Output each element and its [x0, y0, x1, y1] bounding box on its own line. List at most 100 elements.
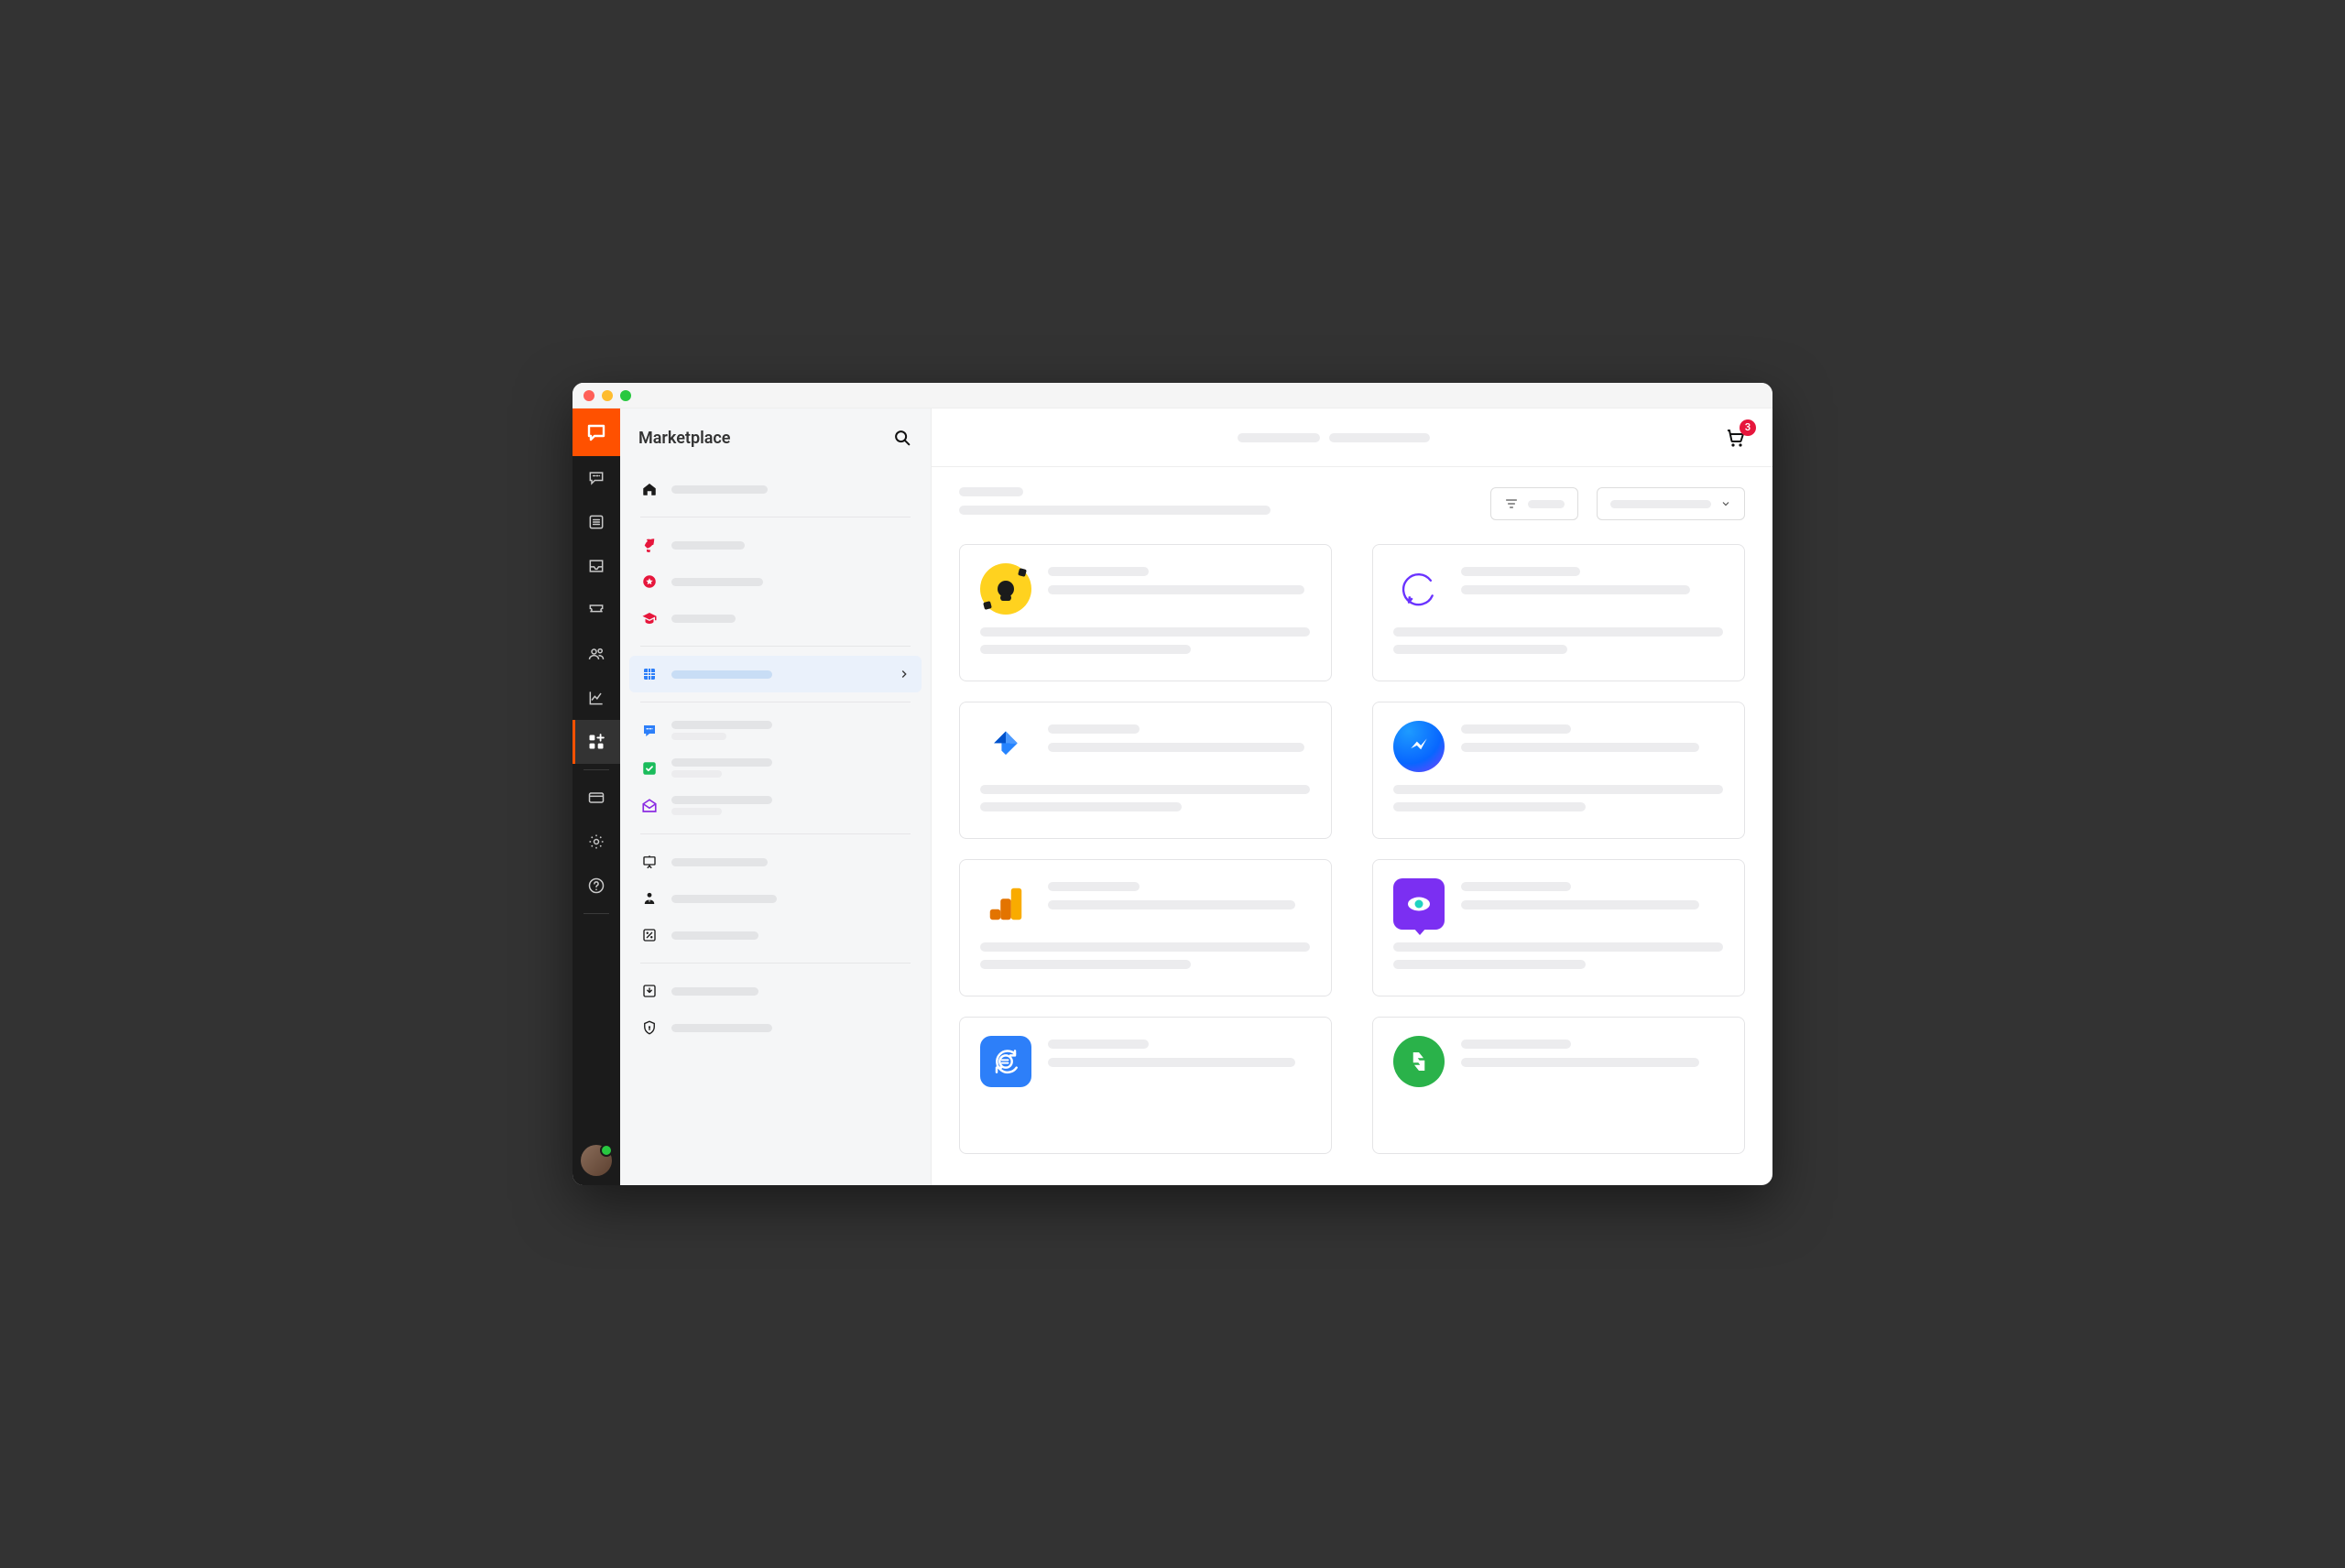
window-minimize-button[interactable]: [602, 390, 613, 401]
sort-label-placeholder: [1610, 500, 1711, 508]
card-text-placeholder: [1048, 1058, 1295, 1067]
sidebar-item[interactable]: [629, 600, 922, 637]
mail-open-icon: [640, 797, 659, 815]
search-button[interactable]: [892, 428, 912, 448]
sidebar-item-label: [671, 895, 777, 903]
star-circle-icon: [640, 572, 659, 591]
check-square-icon: [640, 759, 659, 778]
card-text-placeholder: [980, 627, 1310, 637]
chart-line-icon: [587, 689, 605, 707]
topbar-placeholder: [1238, 433, 1320, 442]
sidebar-item-label: [671, 858, 768, 866]
download-box-icon: [640, 982, 659, 1000]
sidebar-item[interactable]: [629, 563, 922, 600]
window-zoom-button[interactable]: [620, 390, 631, 401]
sidebar-item[interactable]: [629, 712, 922, 749]
card-text-placeholder: [1461, 724, 1571, 734]
topbar-placeholder: [1329, 433, 1430, 442]
sidebar-item[interactable]: [629, 656, 922, 692]
sidebar-divider: [640, 963, 911, 964]
card-text-placeholder: [980, 942, 1310, 952]
page-title-placeholder: [959, 487, 1023, 496]
window-close-button[interactable]: [584, 390, 594, 401]
app-card-currency[interactable]: [959, 1017, 1332, 1154]
sidebar-item[interactable]: [629, 527, 922, 563]
window-titlebar: [573, 383, 1772, 408]
cart-button[interactable]: 3: [1725, 427, 1747, 449]
rail-item-apps[interactable]: [573, 720, 620, 764]
rocket-icon: [640, 536, 659, 554]
topbar: 3: [932, 408, 1772, 467]
rail-item[interactable]: [573, 588, 620, 632]
analytics-icon: [980, 878, 1031, 930]
rail-item[interactable]: [573, 864, 620, 908]
app-card-hotjar[interactable]: [1372, 859, 1745, 996]
chevron-down-icon: [1720, 498, 1731, 509]
user-avatar[interactable]: [581, 1145, 612, 1176]
app-card-jira[interactable]: [959, 702, 1332, 839]
sidebar-item[interactable]: [629, 880, 922, 917]
card-text-placeholder: [1048, 724, 1140, 734]
grid-icon: [640, 665, 659, 683]
app-card-knowledgebase[interactable]: [959, 544, 1332, 681]
chat-square-icon: [640, 722, 659, 740]
users-icon: [587, 645, 605, 663]
filter-button[interactable]: [1490, 487, 1578, 520]
card-text-placeholder: [1461, 743, 1699, 752]
app-card-crisp[interactable]: [1372, 544, 1745, 681]
presentation-icon: [640, 853, 659, 871]
card-text-placeholder: [980, 960, 1191, 969]
main-area: 3: [932, 408, 1772, 1185]
search-icon: [892, 428, 912, 448]
card-text-placeholder: [1048, 900, 1295, 909]
sidebar-item[interactable]: [629, 1009, 922, 1046]
sidebar-item[interactable]: [629, 787, 922, 824]
filter-icon: [1504, 496, 1519, 511]
sidebar: Marketplace: [620, 408, 932, 1185]
ticket-icon: [587, 601, 605, 619]
list-icon: [587, 513, 605, 531]
sidebar-item[interactable]: [629, 844, 922, 880]
sidebar-item[interactable]: [629, 973, 922, 1009]
rail-item[interactable]: [573, 544, 620, 588]
sort-dropdown[interactable]: [1597, 487, 1745, 520]
rail-item[interactable]: [573, 820, 620, 864]
sidebar-item-label: [671, 721, 772, 729]
filter-label-placeholder: [1528, 500, 1565, 508]
sidebar-item[interactable]: [629, 471, 922, 507]
sidebar-divider: [640, 646, 911, 647]
page-subtitle-placeholder: [959, 506, 1271, 515]
rail-item[interactable]: [573, 456, 620, 500]
sidebar-item-label: [671, 758, 772, 767]
graduation-cap-icon: [640, 609, 659, 627]
rail-item[interactable]: [573, 676, 620, 720]
sidebar-list: [620, 467, 931, 1064]
app-card-messenger[interactable]: [1372, 702, 1745, 839]
app-card-analytics[interactable]: [959, 859, 1332, 996]
help-circle-icon: [587, 877, 605, 895]
jira-icon: [980, 721, 1031, 772]
sidebar-title: Marketplace: [638, 429, 881, 448]
card-text-placeholder: [1461, 585, 1690, 594]
card-text-placeholder: [1393, 960, 1586, 969]
content-header: [959, 487, 1745, 520]
rail-separator: [584, 913, 609, 914]
sidebar-item[interactable]: [629, 749, 922, 787]
chat-bubble-icon: [587, 469, 605, 487]
app-card-recycle[interactable]: [1372, 1017, 1745, 1154]
sidebar-item-sublabel: [671, 770, 722, 778]
card-text-placeholder: [1461, 882, 1571, 891]
app-logo[interactable]: [573, 408, 620, 456]
rail-item[interactable]: [573, 500, 620, 544]
card-text-placeholder: [1393, 645, 1567, 654]
sidebar-item-label: [671, 541, 745, 550]
inbox-icon: [587, 557, 605, 575]
rail-item[interactable]: [573, 632, 620, 676]
card-text-placeholder: [1461, 567, 1580, 576]
shield-icon: [640, 1018, 659, 1037]
gear-icon: [587, 833, 605, 851]
content: [932, 467, 1772, 1185]
card-text-placeholder: [1048, 743, 1304, 752]
sidebar-item[interactable]: [629, 917, 922, 953]
rail-item[interactable]: [573, 776, 620, 820]
